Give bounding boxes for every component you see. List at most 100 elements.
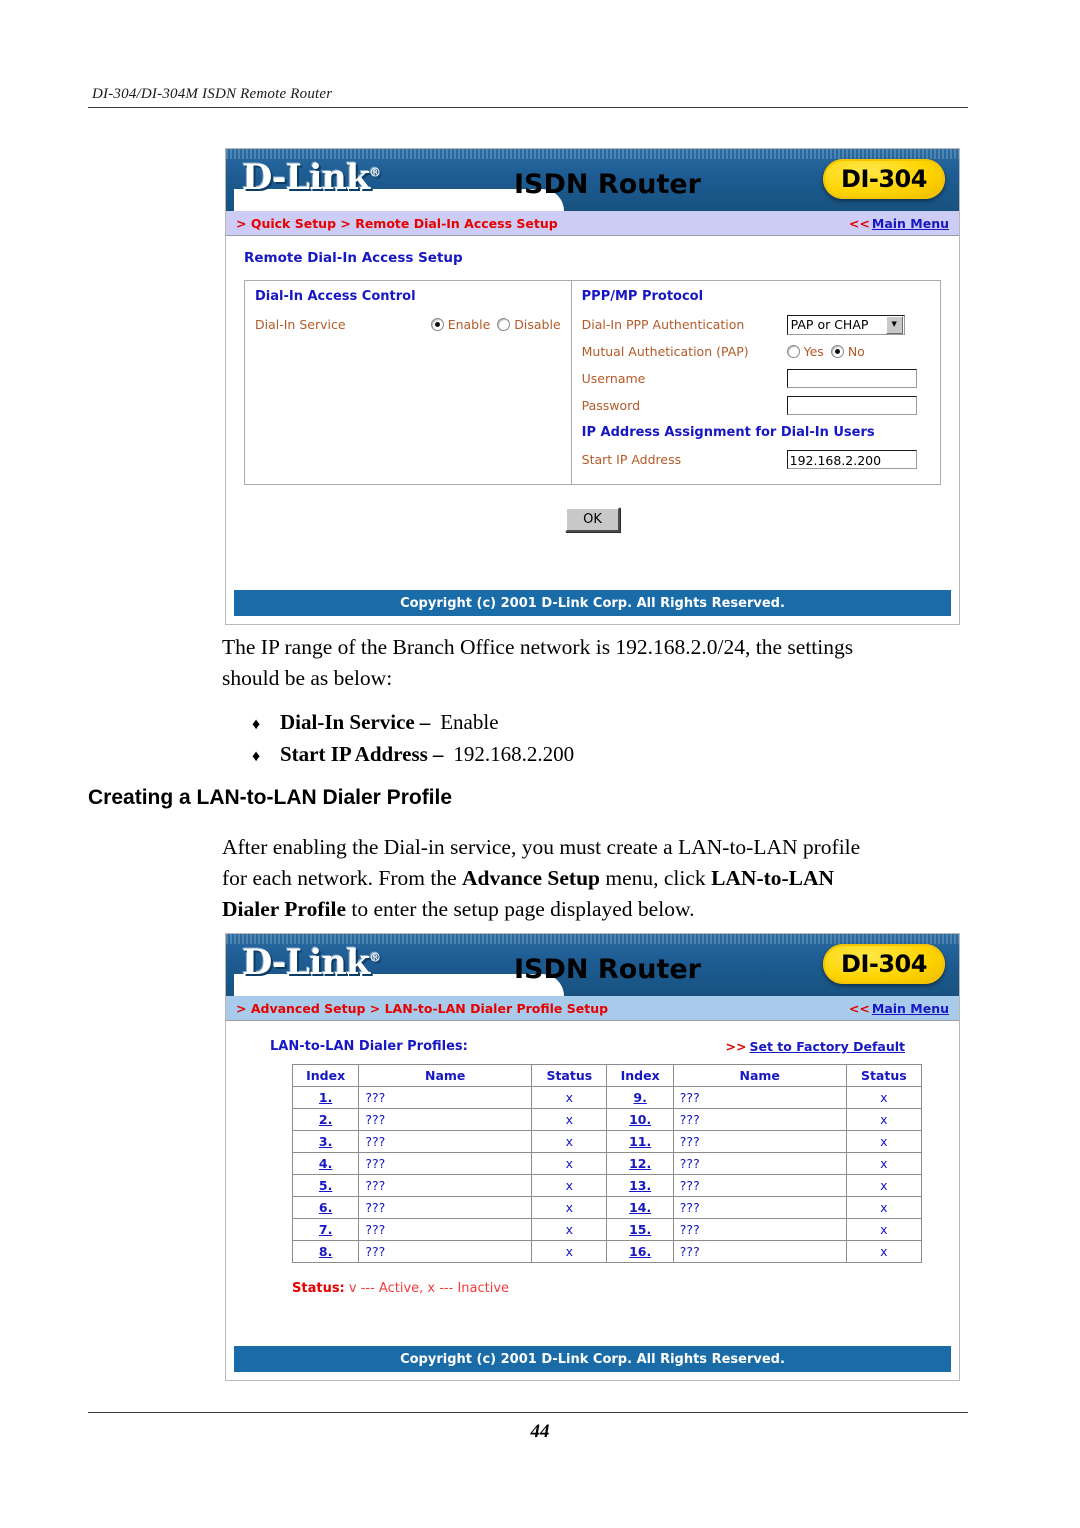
registered-mark-icon-2: ® — [369, 950, 381, 965]
mutual-authentication-yes-option[interactable]: Yes — [786, 344, 824, 359]
profile-status: x — [531, 1108, 608, 1131]
profiles-header-row: LAN-to-LAN Dialer Profiles: >> Set to Fac… — [244, 1035, 941, 1064]
settings-bullet-list: ♦ Dial-In Service – Enable ♦ Start IP Ad… — [252, 708, 912, 772]
radio-yes-icon[interactable] — [786, 345, 800, 358]
table-row: 1. ??? x 9. ??? x — [291, 1086, 923, 1109]
main-menu-label: Main Menu — [871, 215, 949, 231]
main-menu-link[interactable]: << Main Menu — [849, 216, 949, 231]
profile-index-link[interactable]: 10. — [629, 1112, 651, 1127]
router-banner: D-Link® ISDN Router DI-304 — [226, 149, 959, 211]
diamond-bullet-icon: ♦ — [252, 716, 261, 733]
table-row: 5. ??? x 13. ??? x — [291, 1174, 923, 1197]
settings-panels: Dial-In Access Control Dial-In Service E… — [244, 280, 941, 485]
username-input[interactable] — [786, 369, 917, 388]
dlink-logo-2: D-Link® — [242, 942, 381, 983]
intro-paragraph: The IP range of the Branch Office networ… — [222, 635, 854, 690]
profile-index-link[interactable]: 13. — [629, 1178, 651, 1193]
status-legend-text: v --- Active, x --- Inactive — [348, 1281, 510, 1296]
profiles-body: LAN-to-LAN Dialer Profiles: >> Set to Fac… — [226, 1021, 959, 1312]
profile-index-link[interactable]: 6. — [319, 1200, 332, 1215]
profile-name: ??? — [672, 1108, 847, 1131]
password-field: Password — [582, 393, 930, 418]
set-to-factory-default-link[interactable]: >> Set to Factory Default — [726, 1039, 905, 1054]
ppp-authentication-label: Dial-In PPP Authentication — [581, 317, 745, 332]
start-ip-label: Start IP Address — [581, 452, 682, 467]
paragraph-part-2: menu, click — [600, 866, 712, 890]
profile-name: ??? — [358, 1196, 533, 1219]
header-status-right: Status — [845, 1064, 923, 1087]
running-header: DI-304/DI-304M ISDN Remote Router — [88, 86, 968, 108]
profile-index-link[interactable]: 2. — [319, 1112, 332, 1127]
mutual-authentication-no-option[interactable]: No — [830, 344, 865, 359]
profile-status: x — [845, 1152, 923, 1175]
main-menu-link-2[interactable]: << Main Menu — [849, 1001, 949, 1016]
profile-name: ??? — [672, 1130, 847, 1153]
bullet-start-ip-address: ♦ Start IP Address – 192.168.2.200 — [252, 740, 912, 771]
radio-enable-icon[interactable] — [430, 318, 444, 331]
password-label: Password — [581, 398, 641, 413]
header-rule — [88, 107, 968, 108]
radio-no-icon[interactable] — [830, 345, 844, 358]
header-index-right: Index — [606, 1064, 674, 1087]
ppp-mp-protocol-heading: PPP/MP Protocol — [581, 289, 704, 304]
mutual-authentication-no-label: No — [847, 344, 865, 359]
dial-in-access-control-heading: Dial-In Access Control — [255, 289, 416, 304]
running-header-text: DI-304/DI-304M ISDN Remote Router — [92, 86, 333, 102]
profile-index-link[interactable]: 14. — [629, 1200, 651, 1215]
table-row: 4. ??? x 12. ??? x — [291, 1152, 923, 1175]
profiles-title: LAN-to-LAN Dialer Profiles: — [270, 1039, 468, 1054]
status-legend-label: Status: — [292, 1281, 345, 1296]
bullet-dial-in-service: ♦ Dial-In Service – Enable — [252, 708, 912, 739]
mutual-authentication-radio-group: Yes No — [786, 344, 865, 359]
profile-status: x — [531, 1174, 608, 1197]
ok-button[interactable]: OK — [565, 507, 620, 532]
page-title: Remote Dial-In Access Setup — [244, 250, 463, 266]
bullet-dash-2: – — [432, 742, 444, 766]
password-input[interactable] — [786, 396, 917, 415]
radio-disable-icon[interactable] — [497, 318, 511, 331]
profile-index-link[interactable]: 12. — [629, 1156, 651, 1171]
model-badge: DI-304 — [823, 159, 945, 199]
status-legend: Status: v --- Active, x --- Inactive — [244, 1263, 941, 1302]
profile-index-link[interactable]: 11. — [629, 1134, 651, 1149]
profile-name: ??? — [358, 1218, 533, 1241]
profile-status: x — [531, 1240, 608, 1263]
header-index-left: Index — [291, 1064, 360, 1087]
profile-index-link[interactable]: 5. — [319, 1178, 332, 1193]
router-banner-2: D-Link® ISDN Router DI-304 — [226, 934, 959, 996]
profile-status: x — [845, 1086, 923, 1109]
username-field: Username — [582, 366, 930, 391]
profile-index-link[interactable]: 3. — [319, 1134, 332, 1149]
table-row: 8. ??? x 16. ??? x — [291, 1240, 923, 1263]
profile-index-link[interactable]: 1. — [319, 1090, 332, 1105]
profile-index-link[interactable]: 16. — [629, 1244, 651, 1259]
profile-name: ??? — [672, 1218, 847, 1241]
profile-status: x — [531, 1152, 608, 1175]
copyright-bar-2: Copyright (c) 2001 D-Link Corp. All Righ… — [234, 1346, 951, 1372]
profile-name: ??? — [358, 1130, 533, 1153]
profile-status: x — [531, 1218, 608, 1241]
profile-status: x — [845, 1218, 923, 1241]
dlink-logo-text-2: D-Link — [242, 942, 370, 983]
paragraph-part-3: to enter the setup page displayed below. — [345, 897, 695, 921]
dialer-profiles-table: Index Name Status Index Name Status 1. ?… — [291, 1064, 923, 1263]
profile-index-link[interactable]: 4. — [319, 1156, 332, 1171]
profile-status: x — [531, 1196, 608, 1219]
ppp-authentication-field: Dial-In PPP Authentication PAP or CHAP ▼ — [582, 312, 930, 337]
profile-index-link[interactable]: 9. — [633, 1090, 646, 1105]
header-name-left: Name — [358, 1064, 533, 1087]
ppp-authentication-select[interactable]: PAP or CHAP ▼ — [786, 314, 905, 335]
dial-in-service-disable-option[interactable]: Disable — [497, 317, 561, 332]
chevron-down-icon[interactable]: ▼ — [885, 315, 903, 334]
screenshot-dialer-profile-setup: D-Link® ISDN Router DI-304 > Advanced Se… — [225, 933, 960, 1381]
dial-in-service-disable-label: Disable — [514, 317, 561, 332]
profile-index-link[interactable]: 15. — [629, 1222, 651, 1237]
profile-index-link[interactable]: 7. — [319, 1222, 332, 1237]
profile-status: x — [531, 1086, 608, 1109]
instruction-paragraph: After enabling the Dial-in service, you … — [222, 832, 872, 925]
profile-index-link[interactable]: 8. — [319, 1244, 332, 1259]
dial-in-service-enable-option[interactable]: Enable — [430, 317, 490, 332]
breadcrumb: > Quick Setup > Remote Dial-In Access Se… — [236, 215, 558, 231]
header-name-right: Name — [672, 1064, 847, 1087]
start-ip-input[interactable]: 192.168.2.200 — [786, 450, 917, 469]
